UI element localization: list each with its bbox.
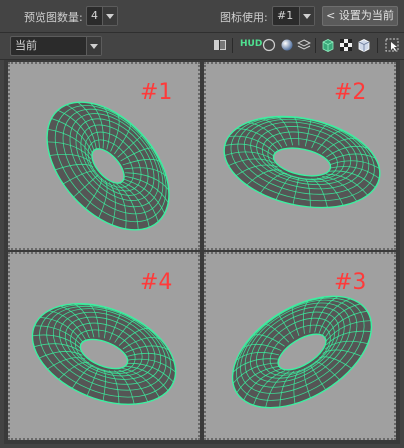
preview-settings-bar: 预览图数量: 4 图标使用: #1 < 设置为当前 — [0, 0, 404, 32]
viewport-number-label: #3 — [334, 270, 367, 295]
preview-viewport-1[interactable]: #1 — [8, 62, 200, 250]
camera-dropdown[interactable]: 当前 — [10, 36, 102, 56]
select-cursor-icon[interactable] — [385, 38, 399, 52]
toolbar-separator — [377, 38, 378, 53]
set-as-current-button[interactable]: < 设置为当前 — [322, 6, 398, 26]
texture-checker-icon[interactable] — [339, 38, 353, 52]
wireframe-on-shaded-cube-icon[interactable] — [321, 38, 335, 52]
preview-count-value: 4 — [91, 9, 98, 22]
icon-use-dropdown[interactable]: #1 — [272, 6, 315, 26]
preview-viewport-grid: #1 #2 #4 #3 — [4, 60, 400, 444]
preview-viewport-3[interactable]: #4 — [8, 252, 200, 440]
viewport-number-label: #2 — [334, 80, 367, 105]
preview-count-dropdown[interactable]: 4 — [86, 6, 118, 26]
preview-viewport-4[interactable]: #3 — [204, 252, 396, 440]
split-view-icon[interactable] — [213, 38, 227, 52]
chevron-down-icon — [102, 7, 117, 25]
wireframe-sphere-icon[interactable] — [262, 38, 276, 52]
chevron-down-icon — [299, 7, 314, 25]
viewport-toolbar: 当前 HUD — [0, 33, 404, 59]
chevron-down-icon — [86, 37, 101, 55]
viewport-number-label: #1 — [140, 80, 173, 105]
shaded-sphere-icon[interactable] — [280, 38, 294, 52]
layers-icon[interactable] — [297, 38, 311, 52]
lighting-cube-icon[interactable] — [357, 38, 371, 52]
toolbar-separator — [315, 38, 316, 53]
viewport-number-label: #4 — [140, 270, 173, 295]
camera-dropdown-value: 当前 — [15, 39, 37, 52]
hud-toggle[interactable]: HUD — [240, 39, 262, 49]
preview-viewport-2[interactable]: #2 — [204, 62, 396, 250]
preview-count-label: 预览图数量: — [24, 11, 83, 24]
icon-use-value: #1 — [277, 9, 294, 22]
icon-use-label: 图标使用: — [220, 11, 268, 24]
toolbar-separator — [232, 38, 233, 53]
